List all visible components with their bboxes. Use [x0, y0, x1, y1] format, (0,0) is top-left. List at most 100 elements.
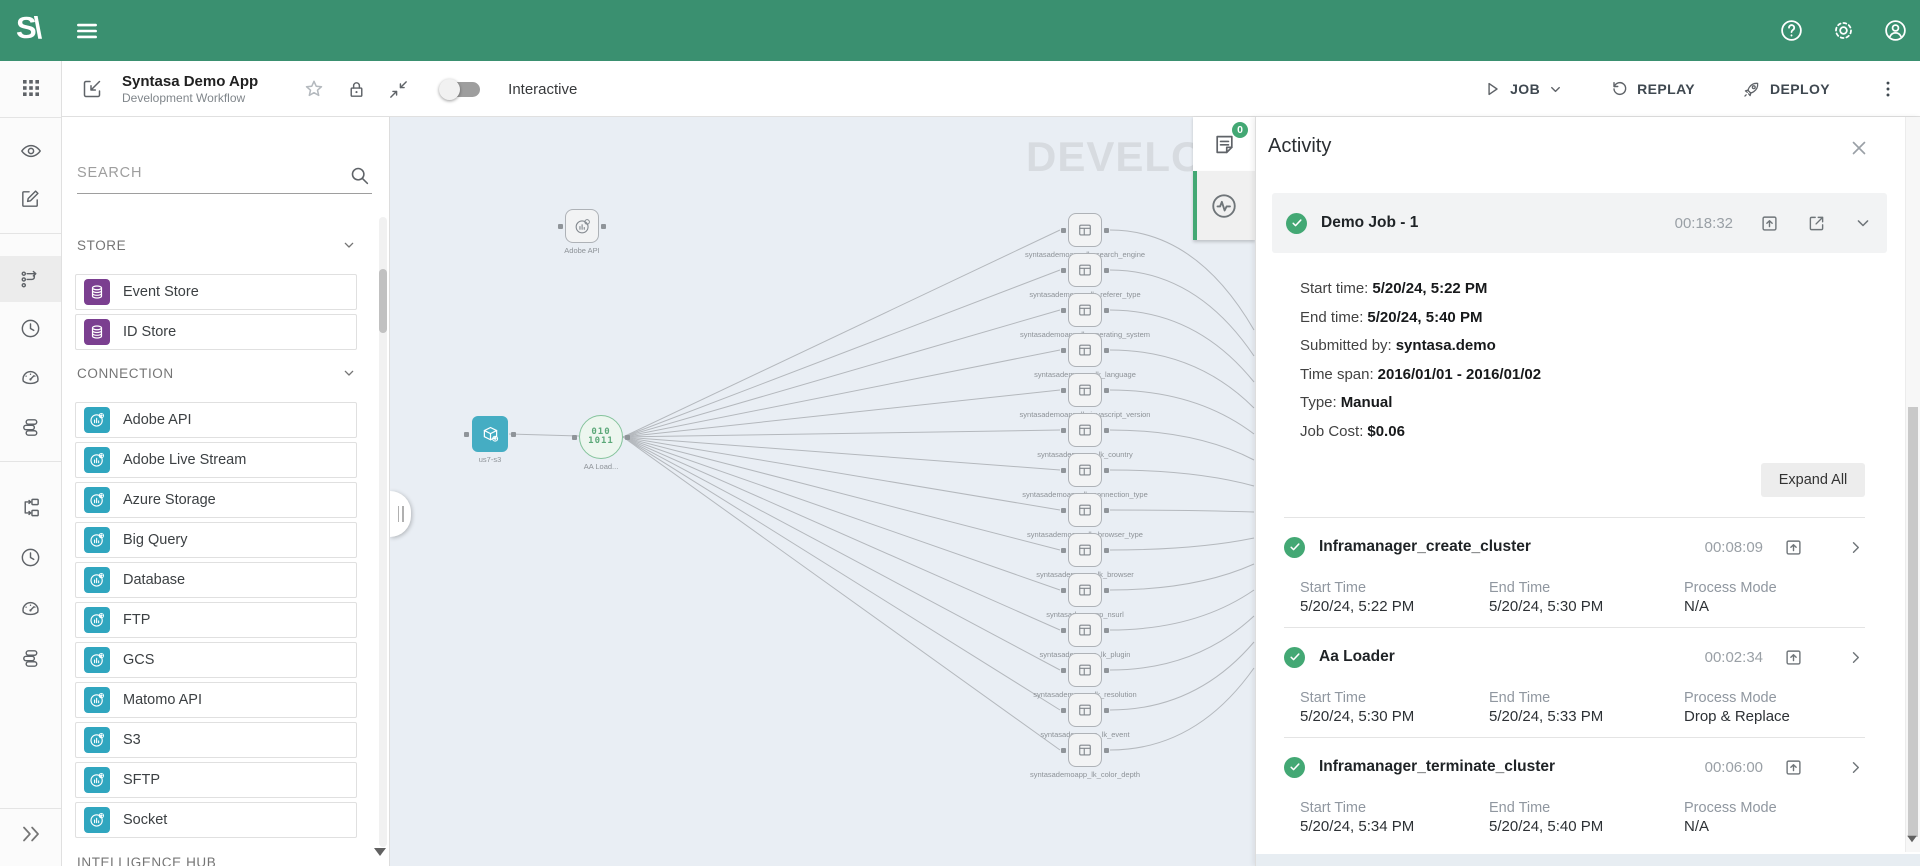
table-icon [1068, 293, 1102, 327]
search-icon[interactable] [349, 165, 370, 186]
palette-item[interactable]: Database [75, 562, 357, 598]
replay-button[interactable]: REPLAY [1609, 79, 1695, 99]
canvas-node-aa-loader[interactable]: 010 1011 AA Load... [541, 415, 661, 472]
gauge-icon[interactable] [0, 366, 61, 390]
activity-pulse-icon [1209, 191, 1239, 221]
palette-item-label: Database [123, 572, 185, 588]
palette-item[interactable]: Event Store [75, 274, 357, 310]
apps-grid-icon[interactable] [0, 76, 61, 100]
workflow-canvas[interactable]: DEVELOP Adobe API us7-s3 010 1011 AA Loa… [390, 117, 1255, 866]
syntasa-logo: S\ [16, 10, 39, 46]
activity-scroll-down-icon[interactable] [1907, 836, 1917, 842]
table-icon [1068, 453, 1102, 487]
success-check-icon [1286, 213, 1307, 234]
export-log-icon[interactable] [1783, 757, 1804, 778]
palette-item[interactable]: SFTP [75, 762, 357, 798]
palette-item[interactable]: Adobe Live Stream [75, 442, 357, 478]
palette-item-label: ID Store [123, 324, 176, 340]
palette-item[interactable]: GCS [75, 642, 357, 678]
hierarchy-icon[interactable] [0, 496, 61, 520]
expand-chevron-right-icon[interactable] [1846, 758, 1865, 777]
palette-item-label: Event Store [123, 284, 199, 300]
palette-item[interactable]: S3 [75, 722, 357, 758]
account-icon[interactable] [1883, 18, 1908, 43]
palette-item[interactable]: Azure Storage [75, 482, 357, 518]
end-time-label: End Time [1489, 800, 1684, 816]
notes-tab[interactable]: 0 [1193, 117, 1255, 171]
app-title-block: Syntasa Demo App Development Workflow [122, 73, 258, 105]
favorite-star-icon[interactable] [302, 77, 326, 101]
job-detail-line: Type:Manual [1300, 389, 1541, 418]
help-icon[interactable] [1779, 18, 1804, 43]
detail-label: Type: [1300, 394, 1337, 411]
rocket-icon [1741, 79, 1762, 100]
edit-icon[interactable] [0, 187, 61, 211]
palette-scroll-down-icon[interactable] [374, 848, 386, 856]
expand-all-button[interactable]: Expand All [1761, 463, 1865, 497]
activity-scrollbar-thumb[interactable] [1908, 407, 1918, 837]
close-icon[interactable] [1848, 137, 1870, 159]
activity-panel-bottom-strip [1256, 854, 1920, 866]
open-workflow-icon[interactable] [80, 77, 104, 101]
detail-label: Time span: [1300, 366, 1374, 383]
export-log-icon[interactable] [1783, 647, 1804, 668]
palette-item[interactable]: Big Query [75, 522, 357, 558]
palette-item[interactable]: ID Store [75, 314, 357, 350]
job-summary-row[interactable]: Demo Job - 1 00:18:32 [1272, 193, 1887, 253]
expand-chevron-right-icon[interactable] [1846, 538, 1865, 557]
export-log-icon[interactable] [1783, 537, 1804, 558]
interactive-toggle[interactable] [442, 82, 480, 97]
eye-icon[interactable] [0, 139, 61, 163]
section-header-connection[interactable]: CONNECTION [77, 365, 357, 381]
open-in-new-icon[interactable] [1806, 213, 1827, 234]
collapse-fullscreen-icon[interactable] [386, 77, 410, 101]
deploy-button[interactable]: DEPLOY [1741, 79, 1830, 100]
process-mode-value: N/A [1684, 818, 1865, 835]
store-list: Event Store ID Store [75, 274, 357, 354]
step-name: Aa Loader [1319, 648, 1705, 666]
clock-icon[interactable] [0, 317, 61, 341]
palette-item[interactable]: FTP [75, 602, 357, 638]
job-details: Start time:5/20/24, 5:22 PM End time:5/2… [1300, 275, 1541, 446]
detail-label: Submitted by: [1300, 337, 1392, 354]
canvas-node-label: syntasademoapp_lk_color_depth [1030, 771, 1140, 780]
settings-gear-icon[interactable] [1831, 18, 1856, 43]
palette-item-label: FTP [123, 612, 150, 628]
job-button[interactable]: JOB [1482, 79, 1563, 99]
palette-item[interactable]: Matomo API [75, 682, 357, 718]
canvas-node-lookup-table[interactable]: syntasademoapp_lk_color_depth [1025, 733, 1145, 780]
search-row [77, 157, 372, 194]
layers-icon[interactable] [0, 647, 61, 671]
detail-value: syntasa.demo [1396, 337, 1496, 354]
collapse-chevron-down-icon[interactable] [1853, 213, 1873, 233]
lock-icon[interactable] [344, 77, 368, 101]
pipeline-icon[interactable] [0, 267, 61, 291]
table-icon [1068, 373, 1102, 407]
detail-label: Job Cost: [1300, 423, 1363, 440]
canvas-node-adobe-api[interactable]: Adobe API [522, 209, 642, 256]
more-options-kebab-icon[interactable] [1876, 77, 1900, 101]
canvas-node-s3-source[interactable]: us7-s3 [430, 416, 550, 465]
clock-icon[interactable] [0, 546, 61, 570]
expand-chevron-right-icon[interactable] [1846, 648, 1865, 667]
canvas-node-label: AA Load... [584, 463, 619, 472]
export-log-icon[interactable] [1759, 213, 1780, 234]
end-time-value: 5/20/24, 5:30 PM [1489, 598, 1684, 615]
section-header-store[interactable]: STORE [77, 237, 357, 253]
hamburger-menu-icon[interactable] [74, 18, 100, 44]
s3-icon [84, 727, 110, 753]
panel-title: Activity [1268, 135, 1331, 158]
step-name: Inframanager_terminate_cluster [1319, 758, 1705, 776]
search-input[interactable] [77, 157, 337, 187]
palette-item[interactable]: Socket [75, 802, 357, 838]
expand-rail-double-chevron-icon[interactable] [0, 821, 61, 845]
palette-scrollbar-thumb[interactable] [379, 269, 387, 333]
activity-tab[interactable] [1193, 171, 1255, 240]
palette-item-label: Adobe API [123, 412, 192, 428]
component-palette: STORE Event Store ID Store [62, 117, 390, 866]
layers-icon[interactable] [0, 416, 61, 440]
adobe-api-icon [84, 407, 110, 433]
gauge-icon[interactable] [0, 597, 61, 621]
palette-item-label: Matomo API [123, 692, 202, 708]
palette-item[interactable]: Adobe API [75, 402, 357, 438]
